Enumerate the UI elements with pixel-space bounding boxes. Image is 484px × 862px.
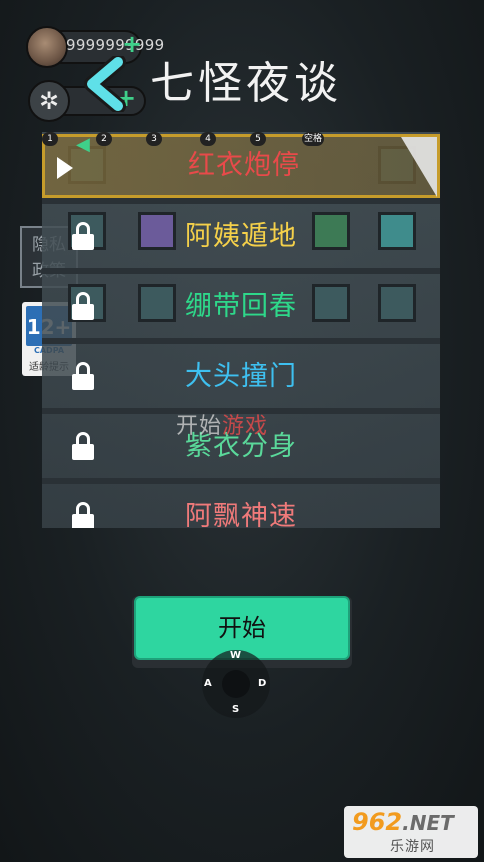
key-hint-1: 1: [42, 132, 58, 146]
watermark-brand-number: 962: [352, 808, 403, 836]
page-title: 七怪夜谈: [150, 58, 342, 109]
player-avatar[interactable]: [26, 26, 68, 68]
key-hint-4: 4: [200, 132, 216, 146]
level-label: 阿飘神速: [185, 501, 297, 528]
coin-count: 9999999999: [66, 36, 165, 54]
background-start-text: 开始游戏: [176, 408, 268, 440]
key-hint-space: 空格: [302, 132, 325, 146]
level-row-2[interactable]: 阿姨遁地: [42, 202, 440, 272]
level-label: 阿姨遁地: [185, 221, 297, 252]
speaker-icon[interactable]: ◀: [76, 134, 100, 156]
dpad-right[interactable]: D: [258, 678, 266, 689]
chevron-left-icon: [84, 54, 126, 114]
add-coins-button[interactable]: +: [122, 32, 142, 56]
watermark-domain: .NET: [402, 811, 454, 835]
watermark-site: 乐游网: [390, 839, 435, 855]
background-start-red: 游戏: [222, 414, 269, 439]
dpad-up[interactable]: W: [230, 650, 241, 661]
level-row-3[interactable]: 绷带回春: [42, 272, 440, 342]
level-row-6[interactable]: 阿飘神速: [42, 482, 440, 528]
gear-icon[interactable]: ✲: [28, 80, 70, 122]
dpad-down[interactable]: S: [232, 704, 239, 715]
level-list[interactable]: 红衣炮停 阿姨遁地 绷带回春 大头撞门 紫衣分身 阿飘神速: [42, 132, 440, 528]
dpad-center[interactable]: [222, 670, 250, 698]
level-label: 绷带回春: [185, 291, 297, 322]
background-start-white: 开始: [176, 414, 223, 439]
watermark-brand: 962.NET: [352, 808, 454, 836]
watermark-logo: 962.NET 乐游网: [344, 806, 478, 858]
back-button[interactable]: [78, 54, 130, 114]
level-row-4[interactable]: 大头撞门: [42, 342, 440, 412]
level-label: 大头撞门: [185, 361, 297, 392]
key-hint-3: 3: [146, 132, 162, 146]
key-hint-5: 5: [250, 132, 266, 146]
dpad-left[interactable]: A: [204, 678, 212, 689]
